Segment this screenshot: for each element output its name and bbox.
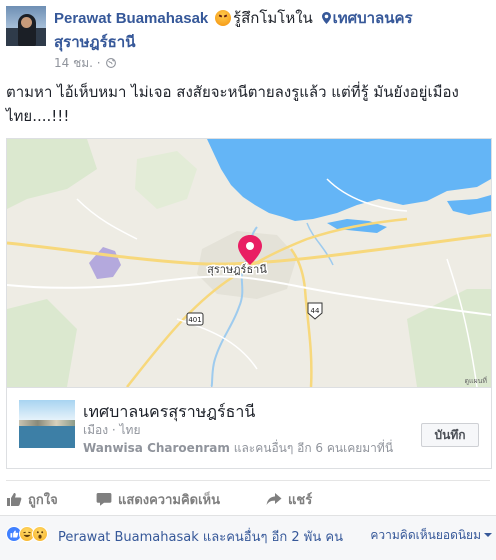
reactions-bar: Perawat Buamahasak และคนอื่นๆ อีก 2 พัน … — [0, 515, 496, 560]
place-thumbnail[interactable] — [19, 400, 75, 448]
like-label: ถูกใจ — [28, 493, 58, 508]
reactions-summary[interactable]: Perawat Buamahasak และคนอื่นๆ อีก 2 พัน … — [58, 526, 343, 547]
comment-label: แสดงความคิดเห็น — [118, 493, 221, 508]
place-visitor-name[interactable]: Wanwisa Charoenram — [83, 441, 230, 455]
comment-icon — [96, 493, 112, 506]
post-text: ตามหา ไอ้เห็บหมา ไม่เจอ สงสัยจะหนีตายลงร… — [6, 83, 459, 125]
road-401-label: 401 — [188, 316, 201, 324]
place-visitor-rest: และคนอื่นๆ อีก 6 คนเคยมาที่นี่ — [229, 441, 394, 455]
map-attribution: ดูแผนที่ — [464, 376, 487, 385]
share-arrow-icon — [266, 493, 282, 505]
post-meta: 14 ชม. · — [54, 54, 117, 73]
comment-sort-dropdown[interactable]: ความคิดเห็นยอดนิยม — [370, 526, 492, 545]
share-button[interactable]: แชร์ — [266, 489, 312, 510]
location-link[interactable]: เทศบาลนคร — [333, 9, 413, 27]
comment-button[interactable]: แสดงความคิดเห็น — [96, 489, 220, 510]
map-image[interactable]: 401 44 สุราษฎร์ธานี ดูแผนที่ — [7, 139, 491, 387]
post-actions: ถูกใจ แสดงความคิดเห็น แชร์ — [6, 480, 490, 512]
caret-down-icon — [484, 533, 492, 537]
place-subtitle: เมือง · ไทย — [83, 423, 141, 437]
share-label: แชร์ — [288, 493, 313, 508]
location-pin-icon — [321, 12, 331, 24]
road-44-label: 44 — [311, 307, 320, 315]
location-link-line2[interactable]: สุราษฎร์ธานี — [54, 30, 135, 54]
post-card: Perawat Buamahasak รู้สึกโมโหใน เทศบาลนค… — [0, 0, 496, 560]
map-city-label: สุราษฎร์ธานี — [207, 263, 267, 276]
post-timestamp[interactable]: 14 ชม. — [54, 56, 93, 70]
globe-icon[interactable] — [106, 58, 117, 68]
map-attachment[interactable]: 401 44 สุราษฎร์ธานี ดูแผนที่ เทศบาลนครสุ… — [6, 138, 492, 469]
like-button[interactable]: ถูกใจ — [6, 489, 58, 510]
post-header: Perawat Buamahasak รู้สึกโมโหใน เทศบาลนค… — [6, 6, 490, 70]
place-visitors: Wanwisa Charoenram และคนอื่นๆ อีก 6 คนเค… — [83, 439, 415, 458]
wow-reaction-icon — [32, 526, 48, 542]
post-header-line: Perawat Buamahasak รู้สึกโมโหใน เทศบาลนค… — [54, 9, 413, 28]
angry-emoji-icon — [215, 10, 232, 26]
reaction-icons[interactable] — [6, 526, 56, 544]
road-shield-401: 401 — [186, 312, 204, 326]
author-avatar[interactable] — [6, 6, 46, 46]
feeling-text: รู้สึกโมโหใน — [233, 9, 313, 27]
place-info[interactable]: เทศบาลนครสุราษฎร์ธานี เมือง · ไทย Wanwis… — [7, 387, 491, 468]
thumbs-up-icon — [7, 493, 22, 506]
comment-sort-label: ความคิดเห็นยอดนิยม — [370, 528, 481, 542]
author-name[interactable]: Perawat Buamahasak — [54, 10, 208, 27]
meta-separator: · — [96, 56, 101, 70]
save-place-button[interactable]: บันทึก — [421, 423, 479, 447]
